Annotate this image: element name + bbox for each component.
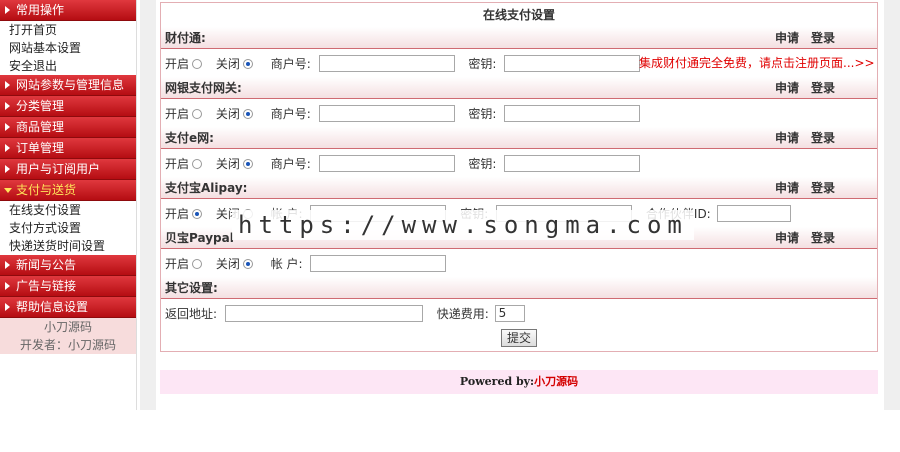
sidebar-group-users[interactable]: 用户与订阅用户 bbox=[0, 159, 136, 180]
tenpay-off-radio[interactable] bbox=[242, 58, 253, 69]
paypal-off-radio[interactable] bbox=[242, 258, 253, 269]
label-on: 开启 bbox=[165, 156, 190, 171]
apply-link[interactable]: 申请 bbox=[775, 131, 799, 145]
label-merchant: 商户号: bbox=[270, 156, 311, 171]
submit-row: 提交 bbox=[161, 327, 877, 353]
page-title: 在线支付设置 bbox=[161, 3, 877, 27]
alipay-partner-input[interactable] bbox=[716, 205, 791, 222]
sidebar-group-category[interactable]: 分类管理 bbox=[0, 96, 136, 117]
section-title: 贝宝Paypal bbox=[165, 231, 234, 245]
tenpay-row: 开启 关闭 商户号: 密钥: 集成财付通完全免费，请点击注册页面...>> bbox=[161, 49, 877, 77]
login-link[interactable]: 登录 bbox=[811, 131, 835, 145]
chinabank-on-radio[interactable] bbox=[192, 108, 203, 119]
label-on: 开启 bbox=[165, 56, 190, 71]
footer: Powered by:小刀源码 bbox=[160, 370, 878, 394]
sidebar-group-orders[interactable]: 订单管理 bbox=[0, 138, 136, 159]
other-row: 返回地址: 快递费用: 5 bbox=[161, 299, 877, 327]
sidebar-group-payment-shipping[interactable]: 支付与送货 bbox=[0, 180, 136, 201]
frame-gutter-left bbox=[140, 0, 156, 410]
apply-link[interactable]: 申请 bbox=[775, 231, 799, 245]
label-account: 帐 户: bbox=[270, 256, 303, 271]
sidebar-group-news[interactable]: 新闻与公告 bbox=[0, 255, 136, 276]
sidebar: 常用操作 打开首页 网站基本设置 安全退出 网站参数与管理信息 分类管理 商品管… bbox=[0, 0, 137, 410]
label-off: 关闭 bbox=[215, 106, 240, 121]
express-fee-input[interactable]: 5 bbox=[494, 305, 525, 322]
sidebar-group-site-params[interactable]: 网站参数与管理信息 bbox=[0, 75, 136, 96]
sidebar-group-help[interactable]: 帮助信息设置 bbox=[0, 297, 136, 318]
label-off: 关闭 bbox=[215, 256, 240, 271]
sidebar-item-logout[interactable]: 安全退出 bbox=[0, 57, 136, 75]
submit-button[interactable]: 提交 bbox=[500, 329, 537, 347]
label-on: 开启 bbox=[165, 256, 190, 271]
chinabank-key-input[interactable] bbox=[504, 105, 641, 122]
return-url-input[interactable] bbox=[224, 305, 423, 322]
tenpay-merchant-input[interactable] bbox=[318, 55, 455, 72]
label-merchant: 商户号: bbox=[270, 56, 311, 71]
alipay-on-radio[interactable] bbox=[192, 208, 203, 219]
section-alipay: 支付宝Alipay: 申请 登录 bbox=[161, 177, 877, 199]
label-express-fee: 快递费用: bbox=[436, 306, 489, 321]
footer-brand[interactable]: 小刀源码 bbox=[534, 375, 578, 388]
sidebar-item-site-settings[interactable]: 网站基本设置 bbox=[0, 39, 136, 57]
label-merchant: 商户号: bbox=[270, 106, 311, 121]
section-title: 财付通: bbox=[165, 31, 206, 45]
label-key: 密钥: bbox=[468, 106, 497, 121]
label-return-url: 返回地址: bbox=[165, 306, 218, 321]
chinabank-off-radio[interactable] bbox=[242, 108, 253, 119]
chinabank-row: 开启 关闭 商户号: 密钥: bbox=[161, 99, 877, 127]
epay-key-input[interactable] bbox=[504, 155, 641, 172]
section-epay: 支付e网: 申请 登录 bbox=[161, 127, 877, 149]
section-title: 支付宝Alipay: bbox=[165, 181, 248, 195]
sidebar-item-open-home[interactable]: 打开首页 bbox=[0, 21, 136, 39]
login-link[interactable]: 登录 bbox=[811, 31, 835, 45]
section-title: 其它设置: bbox=[165, 281, 218, 295]
sidebar-credit-title: 小刀源码 bbox=[0, 318, 136, 336]
paypal-row: 开启 关闭 帐 户: bbox=[161, 249, 877, 277]
tenpay-on-radio[interactable] bbox=[192, 58, 203, 69]
tenpay-promo-link[interactable]: 集成财付通完全免费，请点击注册页面...>> bbox=[639, 49, 875, 77]
section-other: 其它设置: bbox=[161, 277, 877, 299]
label-off: 关闭 bbox=[215, 56, 240, 71]
label-on: 开启 bbox=[165, 106, 190, 121]
paypal-on-radio[interactable] bbox=[192, 258, 203, 269]
sidebar-group-ads[interactable]: 广告与链接 bbox=[0, 276, 136, 297]
payment-settings-panel: 在线支付设置 财付通: 申请 登录 开启 关闭 商户号: 密钥: 集成财付通完全免… bbox=[160, 2, 878, 352]
sidebar-credit-developer: 开发者：小刀源码 bbox=[0, 336, 136, 354]
login-link[interactable]: 登录 bbox=[811, 231, 835, 245]
label-off: 关闭 bbox=[215, 156, 240, 171]
chinabank-merchant-input[interactable] bbox=[318, 105, 455, 122]
login-link[interactable]: 登录 bbox=[811, 81, 835, 95]
section-chinabank: 网银支付网关: 申请 登录 bbox=[161, 77, 877, 99]
tenpay-key-input[interactable] bbox=[504, 55, 641, 72]
sidebar-item-delivery-time[interactable]: 快递送货时间设置 bbox=[0, 237, 136, 255]
label-on: 开启 bbox=[165, 206, 190, 221]
epay-merchant-input[interactable] bbox=[318, 155, 455, 172]
label-key: 密钥: bbox=[468, 156, 497, 171]
login-link[interactable]: 登录 bbox=[811, 181, 835, 195]
watermark: https://www.songma.com bbox=[232, 210, 694, 240]
section-title: 支付e网: bbox=[165, 131, 214, 145]
label-key: 密钥: bbox=[468, 56, 497, 71]
epay-off-radio[interactable] bbox=[242, 158, 253, 169]
sidebar-group-products[interactable]: 商品管理 bbox=[0, 117, 136, 138]
epay-on-radio[interactable] bbox=[192, 158, 203, 169]
frame-gutter-right bbox=[884, 0, 900, 410]
sidebar-item-online-payment[interactable]: 在线支付设置 bbox=[0, 201, 136, 219]
apply-link[interactable]: 申请 bbox=[775, 31, 799, 45]
epay-row: 开启 关闭 商户号: 密钥: bbox=[161, 149, 877, 177]
footer-powered: Powered by: bbox=[459, 375, 535, 388]
apply-link[interactable]: 申请 bbox=[775, 81, 799, 95]
section-tenpay: 财付通: 申请 登录 bbox=[161, 27, 877, 49]
section-title: 网银支付网关: bbox=[165, 81, 242, 95]
sidebar-item-payment-methods[interactable]: 支付方式设置 bbox=[0, 219, 136, 237]
paypal-account-input[interactable] bbox=[310, 255, 447, 272]
sidebar-group-common[interactable]: 常用操作 bbox=[0, 0, 136, 21]
apply-link[interactable]: 申请 bbox=[775, 181, 799, 195]
